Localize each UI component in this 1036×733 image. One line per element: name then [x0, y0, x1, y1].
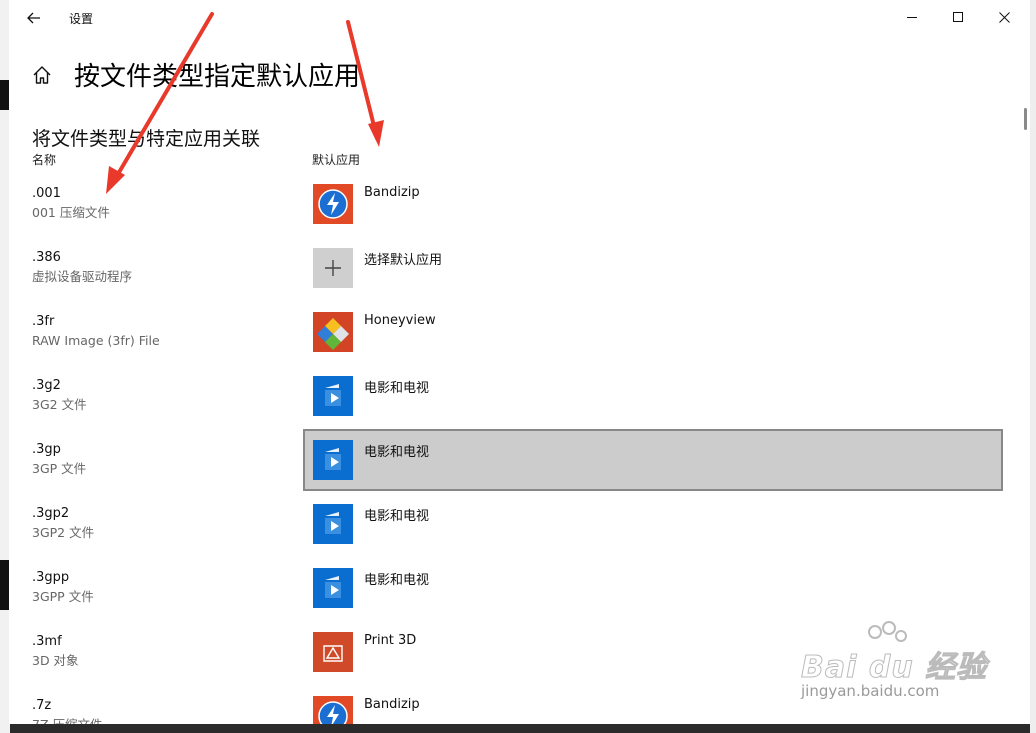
desktop-background-right	[1030, 0, 1036, 733]
annotation-arrow-app	[346, 20, 379, 140]
watermark-brand: Bai du 经验	[800, 650, 988, 686]
watermark-url: jingyan.baidu.com	[801, 682, 940, 700]
annotation-arrow-name	[109, 12, 214, 188]
annotation-arrows	[106, 12, 384, 194]
settings-window: 设置 按文件类型指定默认应用 将文件类型与特定应用关联 名称 默认应用 .001…	[9, 0, 1030, 724]
baidu-watermark: Bai du 经验 jingyan.baidu.com	[795, 620, 995, 710]
annotation-arrowhead-app	[368, 120, 384, 147]
